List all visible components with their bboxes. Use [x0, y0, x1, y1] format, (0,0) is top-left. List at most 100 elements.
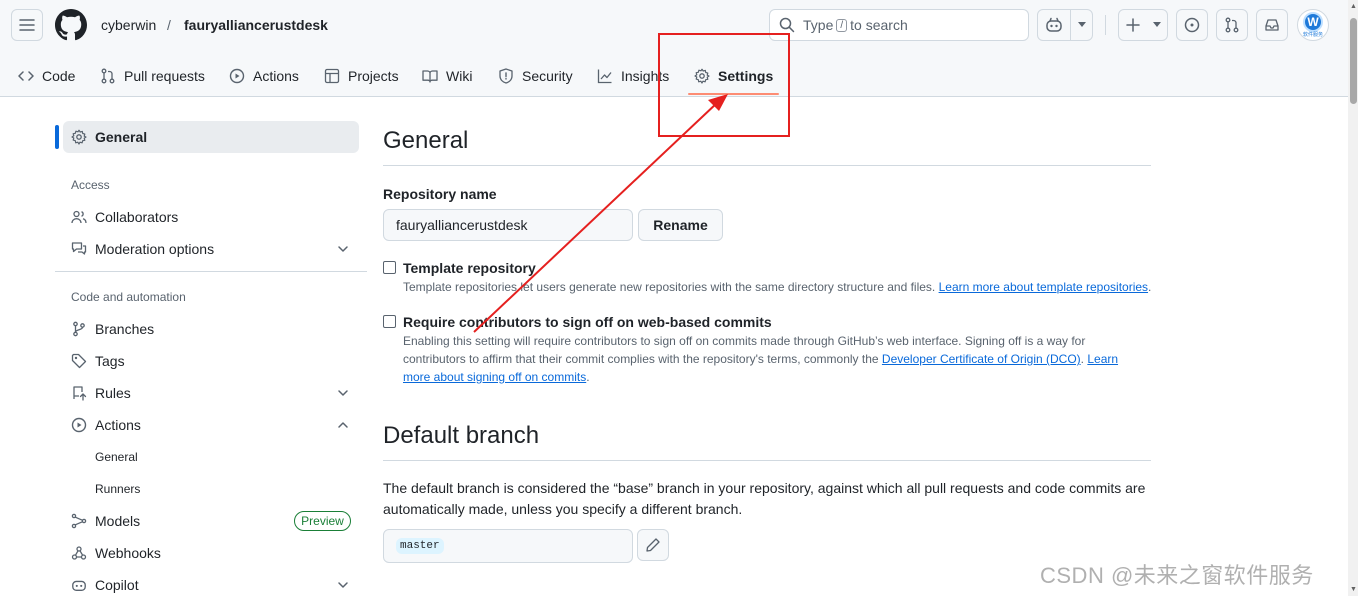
- template-repository-label: Template repository: [403, 260, 536, 276]
- learn-signoff-link[interactable]: more about signing off on commits: [403, 370, 586, 384]
- preview-badge: Preview: [294, 511, 351, 531]
- sidebar-subitem-actions-runners[interactable]: Runners: [95, 482, 140, 496]
- edit-branch-button[interactable]: [637, 529, 669, 561]
- issues-button[interactable]: [1176, 9, 1208, 41]
- template-note-text: Template repositories let users generate…: [403, 280, 936, 294]
- webhook-icon: [71, 546, 87, 560]
- play-icon: [71, 417, 87, 433]
- sidebar-item-tags[interactable]: Tags: [63, 345, 359, 377]
- avatar-caption: 软件服务: [1302, 32, 1323, 38]
- create-new-button[interactable]: [1118, 9, 1168, 41]
- signoff-checkbox[interactable]: [383, 315, 396, 328]
- copilot-icon[interactable]: [1038, 10, 1070, 40]
- sidebar-item-moderation[interactable]: Moderation options: [63, 233, 359, 265]
- inbox-button[interactable]: [1256, 9, 1288, 41]
- tab-wiki[interactable]: Wiki: [422, 58, 472, 94]
- book-icon: [422, 70, 438, 83]
- branch-name-tag: master: [396, 538, 444, 554]
- gear-icon: [71, 129, 87, 145]
- copilot-dropdown-chevron-icon[interactable]: [1070, 10, 1092, 40]
- tab-label: Wiki: [446, 68, 473, 84]
- repo-name-label: Repository name: [383, 186, 497, 202]
- breadcrumb-repo-link[interactable]: fauryalliancerustdesk: [184, 17, 328, 33]
- pencil-icon: [646, 538, 660, 552]
- search-prefix-text: Type: [803, 17, 834, 33]
- sidebar-item-copilot[interactable]: Copilot: [63, 569, 359, 596]
- tab-pull-requests[interactable]: Pull requests: [100, 58, 205, 94]
- sidebar-item-label: Copilot: [95, 577, 139, 593]
- chevron-up-icon: [338, 422, 348, 428]
- sidebar-item-webhooks[interactable]: Webhooks: [63, 537, 359, 569]
- scroll-down-arrow-icon[interactable]: ▼: [1349, 585, 1358, 594]
- sidebar-item-general[interactable]: General: [63, 121, 359, 153]
- repo-name-input[interactable]: [383, 209, 633, 241]
- general-heading: General: [383, 127, 469, 154]
- play-icon: [229, 68, 245, 84]
- learn-template-link[interactable]: Learn more about template repositories: [939, 280, 1148, 294]
- sidebar-group-code-automation: Code and automation: [71, 290, 186, 304]
- avatar-letter: W: [1303, 12, 1323, 32]
- tab-projects[interactable]: Projects: [324, 58, 399, 94]
- signoff-note-line1: Enabling this setting will require contr…: [403, 334, 1086, 348]
- signoff-note-text: contributors to affirm that their commit…: [403, 352, 879, 366]
- sidebar-item-label: Tags: [95, 353, 125, 369]
- dco-link[interactable]: Developer Certificate of Origin (DCO): [882, 352, 1081, 366]
- sidebar-subitem-actions-general[interactable]: General: [95, 450, 138, 464]
- sidebar-item-label: Actions: [95, 417, 141, 433]
- hamburger-menu-button[interactable]: [11, 9, 43, 41]
- search-input[interactable]: Type / to search: [769, 9, 1029, 41]
- table-icon: [324, 68, 340, 84]
- sidebar-item-branches[interactable]: Branches: [63, 313, 359, 345]
- tab-actions[interactable]: Actions: [229, 58, 299, 94]
- csdn-watermark: CSDN @未来之窗软件服务: [1040, 563, 1314, 588]
- repo-push-icon: [73, 386, 87, 401]
- copilot-menu-button[interactable]: [1037, 9, 1093, 41]
- sidebar-group-access: Access: [71, 178, 110, 192]
- annotation-highlight-box: [658, 33, 790, 137]
- people-icon: [71, 210, 87, 224]
- github-logo-icon[interactable]: [55, 9, 87, 41]
- scroll-up-arrow-icon[interactable]: ▲: [1349, 2, 1358, 11]
- comment-discussion-icon: [71, 242, 87, 255]
- user-avatar[interactable]: W 软件服务: [1297, 9, 1329, 41]
- scrollbar-thumb[interactable]: [1350, 18, 1357, 104]
- tab-label: Pull requests: [124, 68, 205, 84]
- inbox-icon: [1265, 19, 1279, 31]
- section-divider: [383, 165, 1151, 166]
- chevron-down-icon: [338, 390, 348, 396]
- copilot-icon: [72, 580, 86, 591]
- git-pull-request-icon: [1225, 17, 1239, 33]
- hamburger-icon: [19, 19, 35, 31]
- template-repository-checkbox[interactable]: [383, 261, 396, 274]
- signoff-note-line2: contributors to affirm that their commit…: [403, 350, 1118, 368]
- sidebar-item-label: Collaborators: [95, 209, 179, 225]
- tab-code[interactable]: Code: [18, 58, 75, 94]
- tab-security[interactable]: Security: [498, 58, 573, 94]
- sidebar-item-label: Branches: [95, 321, 155, 337]
- issue-opened-icon: [1184, 17, 1200, 33]
- sidebar-divider: [55, 271, 367, 272]
- learn-signoff-link-start[interactable]: Learn: [1087, 352, 1118, 366]
- chevron-down-icon: [338, 582, 348, 588]
- signoff-label: Require contributors to sign off on web-…: [403, 314, 772, 330]
- section-divider: [383, 460, 1151, 461]
- template-note-end: .: [1148, 280, 1152, 294]
- sidebar-item-collaborators[interactable]: Collaborators: [63, 201, 359, 233]
- sidebar-item-label: Moderation options: [95, 241, 215, 257]
- sidebar-item-label: Rules: [95, 385, 131, 401]
- rename-button[interactable]: Rename: [638, 209, 723, 241]
- pull-requests-button[interactable]: [1216, 9, 1248, 41]
- default-branch-heading: Default branch: [383, 422, 540, 449]
- search-placeholder: Type / to search: [803, 17, 908, 33]
- breadcrumb-separator: /: [167, 17, 171, 33]
- search-suffix-text: to search: [850, 17, 908, 33]
- signoff-note-end: .: [586, 370, 590, 384]
- tab-label: Code: [42, 68, 76, 84]
- sidebar-item-label: General: [95, 129, 148, 145]
- tab-label: Projects: [348, 68, 399, 84]
- template-repository-note: Template repositories let users generate…: [403, 278, 1151, 296]
- sidebar-item-actions[interactable]: Actions: [63, 409, 359, 441]
- chevron-down-icon: [338, 246, 348, 252]
- sidebar-item-rules[interactable]: Rules: [63, 377, 359, 409]
- breadcrumb-owner-link[interactable]: cyberwin: [101, 17, 156, 33]
